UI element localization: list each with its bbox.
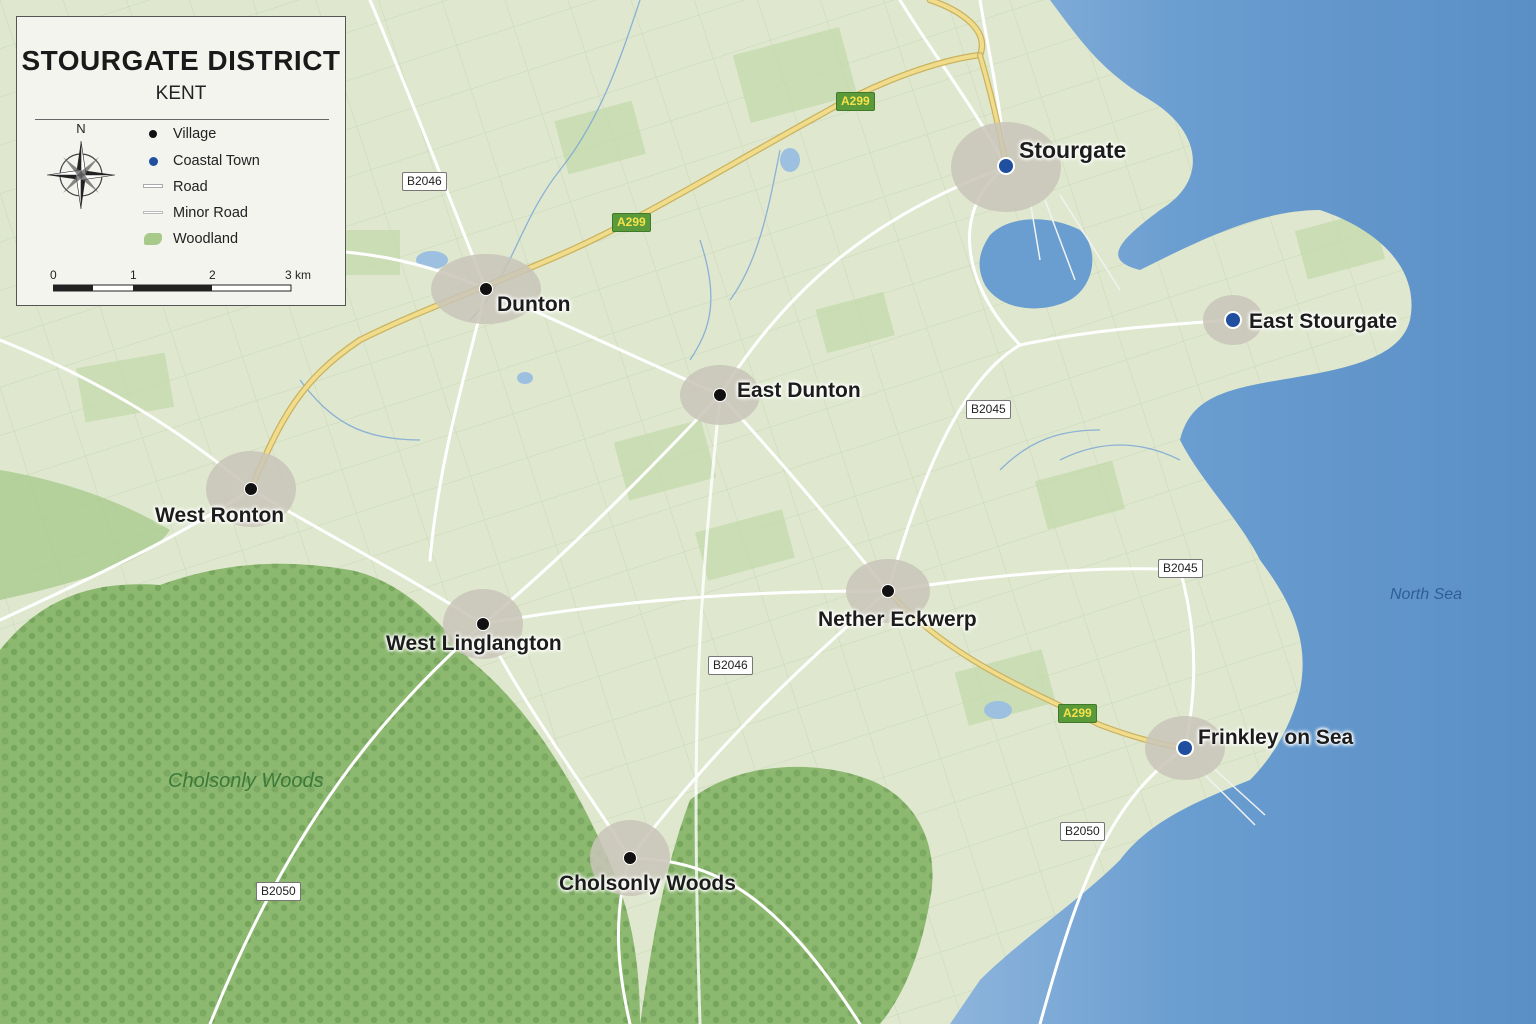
minor-road-line-icon bbox=[143, 203, 163, 223]
place-label[interactable]: Dunton bbox=[497, 293, 570, 317]
coastal-town-marker[interactable] bbox=[997, 157, 1015, 175]
coastal-town-marker[interactable] bbox=[1224, 311, 1242, 329]
village-marker[interactable] bbox=[623, 851, 637, 865]
place-label[interactable]: Nether Eckwerp bbox=[818, 608, 977, 632]
road-shield: B2045 bbox=[1158, 559, 1203, 578]
village-marker[interactable] bbox=[881, 584, 895, 598]
road-shield: B2046 bbox=[402, 172, 447, 191]
village-marker[interactable] bbox=[244, 482, 258, 496]
village-marker[interactable] bbox=[479, 282, 493, 296]
legend-item-coastal-town: Coastal Town bbox=[149, 151, 260, 171]
place-label[interactable]: West Linglangton bbox=[386, 632, 562, 656]
road-line-icon bbox=[143, 177, 163, 197]
legend-item-road: Road bbox=[143, 177, 208, 197]
road-shield: A299 bbox=[612, 213, 651, 232]
sea-label: North Sea bbox=[1390, 586, 1463, 603]
road-shield: B2050 bbox=[1060, 822, 1105, 841]
legend-item-woodland: Woodland bbox=[144, 229, 238, 249]
road-shield: A299 bbox=[1058, 704, 1097, 723]
place-label[interactable]: Stourgate bbox=[1019, 137, 1126, 164]
village-marker[interactable] bbox=[476, 617, 490, 631]
legend-item-minor-road: Minor Road bbox=[143, 203, 248, 223]
coastal-town-marker[interactable] bbox=[1176, 739, 1194, 757]
road-shield: B2046 bbox=[708, 656, 753, 675]
place-label[interactable]: Frinkley on Sea bbox=[1198, 726, 1353, 750]
north-label: N bbox=[76, 121, 85, 136]
coastal-town-dot-icon bbox=[143, 151, 163, 171]
woodland-patch-icon bbox=[143, 229, 163, 249]
village-marker[interactable] bbox=[713, 388, 727, 402]
place-label[interactable]: West Ronton bbox=[155, 504, 284, 528]
compass-rose-icon: N bbox=[41, 119, 121, 224]
place-label[interactable]: Cholsonly Woods bbox=[559, 872, 736, 896]
map[interactable]: A299 A299 A299 B2046 B2046 B2045 B2045 B… bbox=[0, 0, 1536, 1024]
map-subtitle: KENT bbox=[155, 83, 207, 104]
road-shield: A299 bbox=[836, 92, 875, 111]
place-label[interactable]: East Stourgate bbox=[1249, 310, 1397, 334]
road-shield: B2045 bbox=[966, 400, 1011, 419]
legend-item-village: Village bbox=[149, 124, 216, 144]
woods-label: Cholsonly Woods bbox=[168, 770, 324, 792]
place-label[interactable]: East Dunton bbox=[737, 379, 861, 403]
road-shield: B2050 bbox=[256, 882, 301, 901]
map-title: STOURGATE DISTRICT bbox=[21, 45, 341, 76]
village-dot-icon bbox=[143, 124, 163, 144]
map-legend: STOURGATE DISTRICT KENT N Village Coasta… bbox=[16, 16, 346, 306]
